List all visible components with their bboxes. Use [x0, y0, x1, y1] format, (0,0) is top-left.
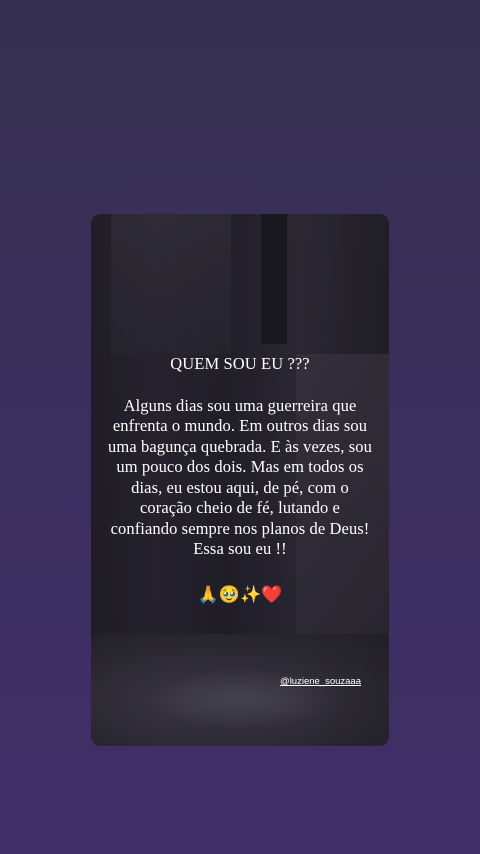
story-body: Alguns dias sou uma guerreira que enfren… — [108, 395, 372, 559]
emoji-row: 🙏🥹✨❤️ — [91, 584, 389, 606]
heart-icon: ❤️ — [261, 585, 283, 604]
story-title: QUEM SOU EU ??? — [170, 354, 310, 373]
mention-tag[interactable]: @luziene_souzaaa — [280, 676, 361, 688]
teary-face-icon: 🥹 — [218, 585, 240, 604]
story-text-block: QUEM SOU EU ??? Alguns dias sou uma guer… — [105, 354, 375, 560]
praying-hands-icon: 🙏 — [197, 585, 219, 604]
sparkles-icon: ✨ — [240, 585, 262, 604]
story-card[interactable]: QUEM SOU EU ??? Alguns dias sou uma guer… — [91, 214, 389, 746]
